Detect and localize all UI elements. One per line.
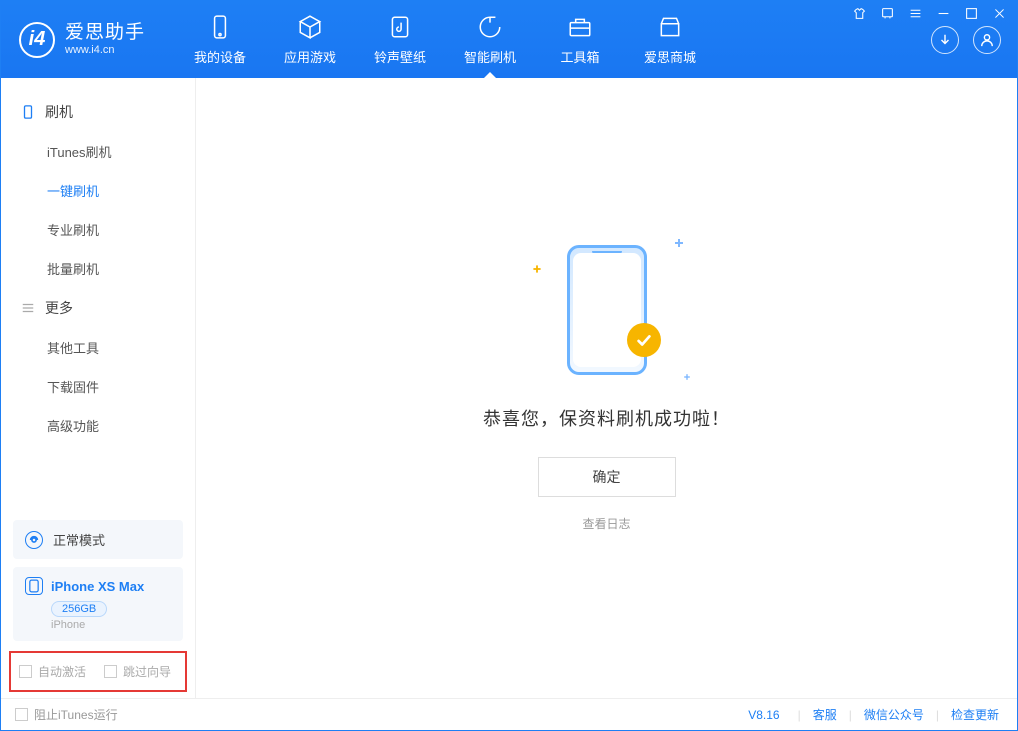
list-icon xyxy=(21,301,35,315)
phone-icon xyxy=(206,13,234,41)
ok-button[interactable]: 确定 xyxy=(538,457,676,497)
nav-label: 铃声壁纸 xyxy=(374,47,426,66)
status-mode-label: 正常模式 xyxy=(53,530,105,549)
nav-label: 应用游戏 xyxy=(284,47,336,66)
cube-icon xyxy=(296,13,324,41)
device-icon xyxy=(21,105,35,119)
store-icon xyxy=(656,13,684,41)
nav-tab-ringtones[interactable]: 铃声壁纸 xyxy=(355,1,445,78)
success-message: 恭喜您，保资料刷机成功啦！ xyxy=(483,405,730,431)
user-account-button[interactable] xyxy=(973,26,1001,54)
nav-label: 智能刷机 xyxy=(464,47,516,66)
checkbox-icon xyxy=(104,665,117,678)
close-icon[interactable] xyxy=(992,6,1006,20)
phone-small-icon xyxy=(25,577,43,595)
sidebar-item-other-tools[interactable]: 其他工具 xyxy=(1,328,195,367)
nav-label: 我的设备 xyxy=(194,47,246,66)
sidebar-group-flash: 刷机 xyxy=(1,92,195,132)
minimize-icon[interactable] xyxy=(936,6,950,20)
sidebar-item-batch-flash[interactable]: 批量刷机 xyxy=(1,249,195,288)
device-card[interactable]: iPhone XS Max 256GB iPhone xyxy=(13,567,183,641)
checkbox-icon xyxy=(15,708,28,721)
menu-icon[interactable] xyxy=(908,6,922,20)
maximize-icon[interactable] xyxy=(964,6,978,20)
logo-mark-icon: i4 xyxy=(19,22,55,58)
sidebar-item-one-click-flash[interactable]: 一键刷机 xyxy=(1,171,195,210)
sidebar-item-itunes-flash[interactable]: iTunes刷机 xyxy=(1,132,195,171)
footer: 阻止iTunes运行 V8.16 | 客服 | 微信公众号 | 检查更新 xyxy=(1,698,1017,730)
version-label: V8.16 xyxy=(748,708,779,722)
nav-tab-smart-flash[interactable]: 智能刷机 xyxy=(445,1,535,78)
nav-tab-apps-games[interactable]: 应用游戏 xyxy=(265,1,355,78)
view-log-link[interactable]: 查看日志 xyxy=(582,515,630,532)
checkbox-block-itunes[interactable]: 阻止iTunes运行 xyxy=(15,706,118,723)
checkbox-auto-activate[interactable]: 自动激活 xyxy=(19,663,86,680)
sidebar-item-download-firmware[interactable]: 下载固件 xyxy=(1,367,195,406)
checkbox-skip-guide[interactable]: 跳过向导 xyxy=(104,663,171,680)
nav-tab-toolbox[interactable]: 工具箱 xyxy=(535,1,625,78)
skin-icon[interactable] xyxy=(852,6,866,20)
wechat-link[interactable]: 微信公众号 xyxy=(860,706,928,723)
download-button[interactable] xyxy=(931,26,959,54)
feedback-icon[interactable] xyxy=(880,6,894,20)
sidebar-item-pro-flash[interactable]: 专业刷机 xyxy=(1,210,195,249)
sidebar-group-label: 刷机 xyxy=(45,102,73,122)
nav-tab-store[interactable]: 爱思商城 xyxy=(625,1,715,78)
checkbox-strip-highlight: 自动激活 跳过向导 xyxy=(9,651,187,692)
sidebar-group-label: 更多 xyxy=(45,298,73,318)
nav-label: 爱思商城 xyxy=(644,47,696,66)
check-badge-icon xyxy=(627,323,661,357)
sidebar: 刷机 iTunes刷机 一键刷机 专业刷机 批量刷机 更多 其他工具 下载固件 … xyxy=(1,78,196,698)
check-update-link[interactable]: 检查更新 xyxy=(947,706,1003,723)
toolbox-icon xyxy=(566,13,594,41)
app-name: 爱思助手 xyxy=(65,23,145,44)
app-url: www.i4.cn xyxy=(65,44,145,56)
nav-tab-my-device[interactable]: 我的设备 xyxy=(175,1,265,78)
phone-success-illustration xyxy=(567,245,647,375)
logo[interactable]: i4 爱思助手 www.i4.cn xyxy=(19,22,145,58)
device-storage: 256GB xyxy=(51,601,107,617)
main-content: 恭喜您，保资料刷机成功啦！ 确定 查看日志 xyxy=(196,78,1017,698)
checkbox-icon xyxy=(19,665,32,678)
device-type: iPhone xyxy=(51,619,171,631)
refresh-icon xyxy=(476,13,504,41)
sidebar-group-more: 更多 xyxy=(1,288,195,328)
status-mode-card[interactable]: 正常模式 xyxy=(13,520,183,559)
music-file-icon xyxy=(386,13,414,41)
support-link[interactable]: 客服 xyxy=(809,706,841,723)
nav-label: 工具箱 xyxy=(561,47,600,66)
status-icon xyxy=(25,531,43,549)
device-name: iPhone XS Max xyxy=(51,579,144,594)
sidebar-item-advanced[interactable]: 高级功能 xyxy=(1,406,195,445)
